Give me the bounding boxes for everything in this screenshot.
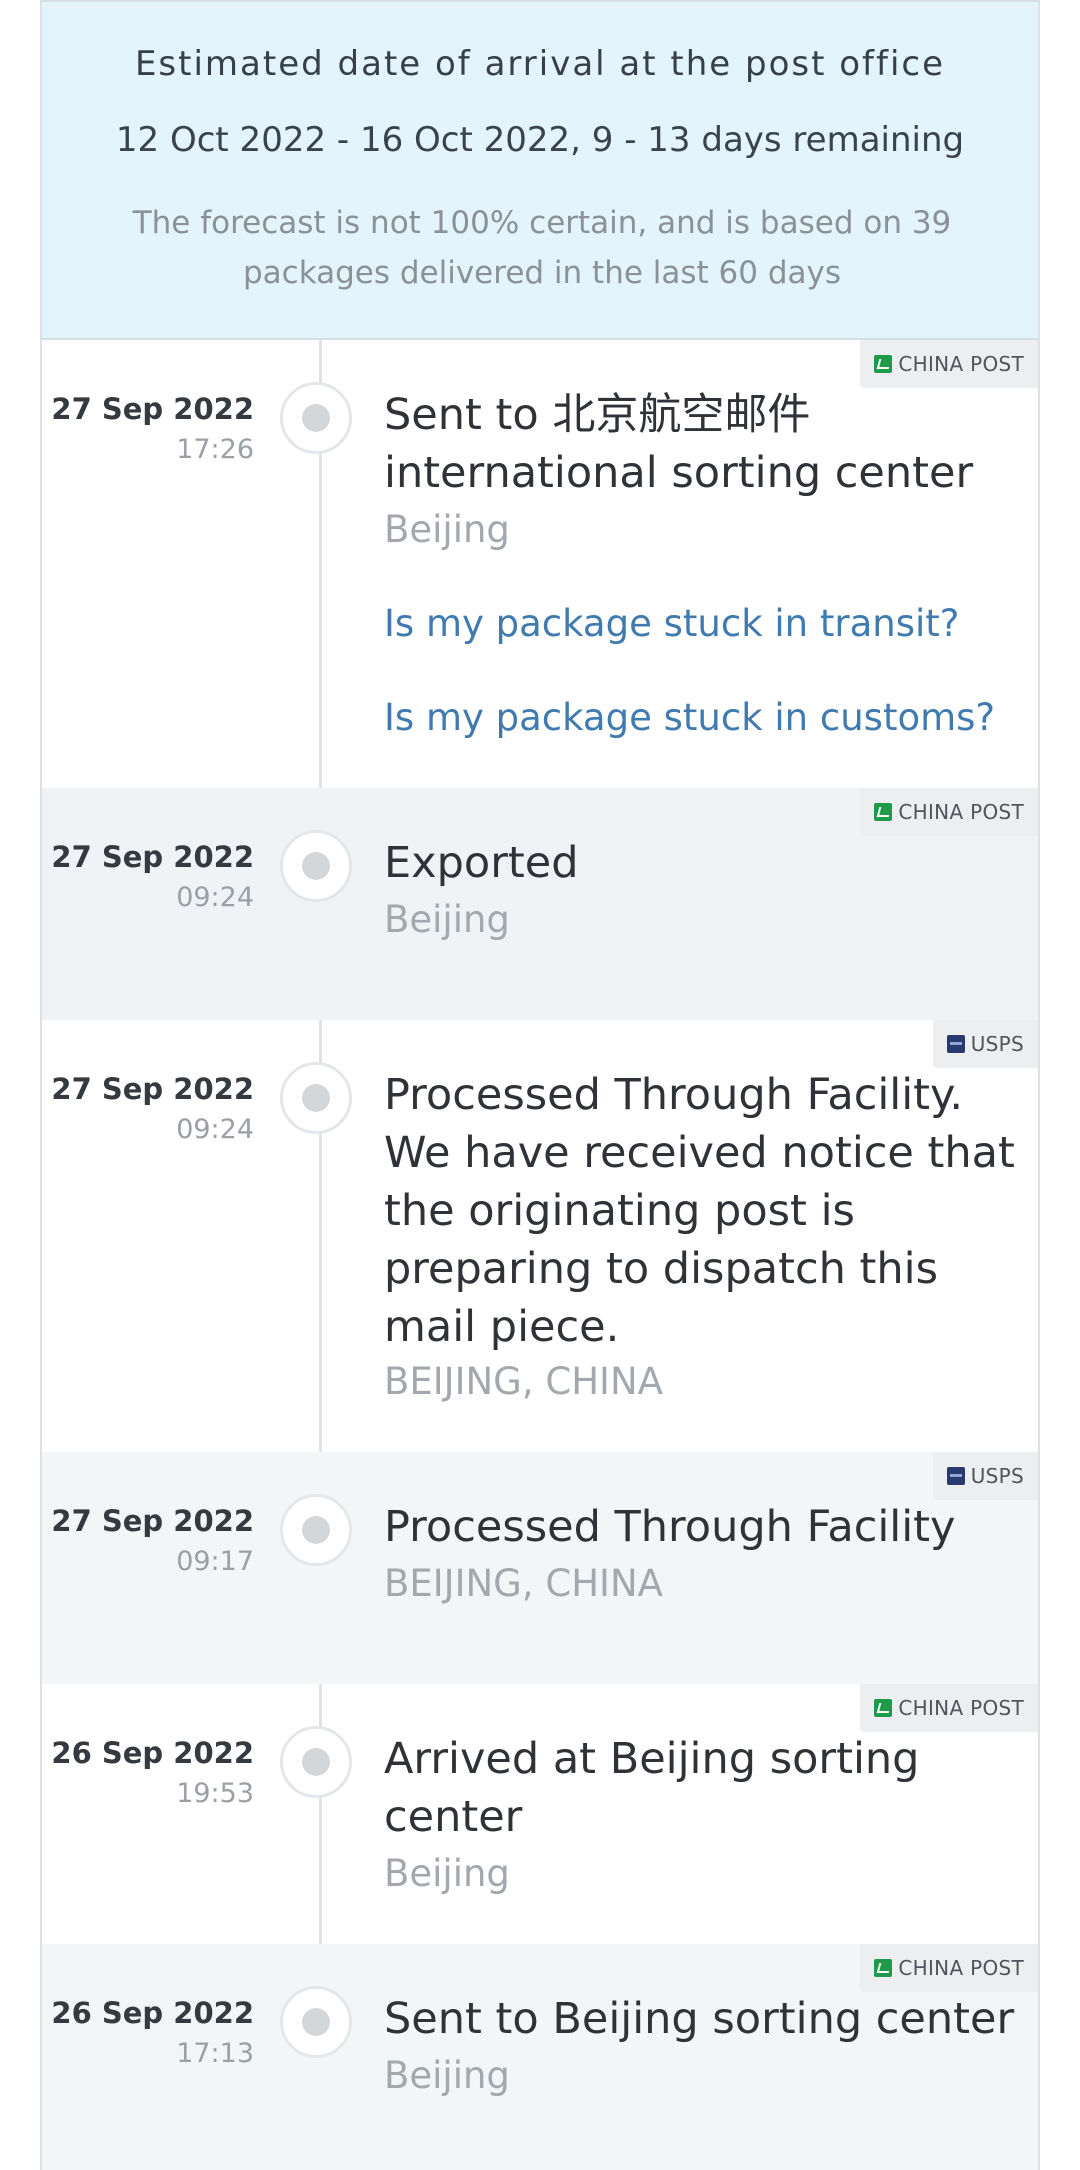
carrier-badge: USPS bbox=[932, 1020, 1038, 1068]
timeline-dot bbox=[280, 382, 352, 454]
carrier-badge: CHINA POST bbox=[860, 1684, 1038, 1732]
event-description: Sent to Beijing sorting center bbox=[384, 1994, 1015, 2044]
timeline-dot bbox=[280, 1062, 352, 1134]
carrier-badge: USPS bbox=[932, 1452, 1038, 1500]
event-description: Exported bbox=[384, 838, 579, 888]
event-time: 19:53 bbox=[176, 1778, 254, 1809]
timeline-event: CHINA POST 27 Sep 2022 17:26 Sent to 北京航… bbox=[42, 340, 1038, 788]
carrier-label: CHINA POST bbox=[898, 352, 1024, 376]
china-post-icon bbox=[874, 803, 893, 821]
event-description: Processed Through Facility. We have rece… bbox=[384, 1070, 1015, 1352]
timeline-event: USPS 27 Sep 2022 09:17 Processed Through… bbox=[42, 1452, 1038, 1684]
event-location: Beijing bbox=[384, 508, 510, 551]
timeline-dot bbox=[280, 830, 352, 902]
timeline-dot bbox=[280, 1986, 352, 2058]
event-description: Processed Through Facility bbox=[384, 1502, 956, 1552]
stuck-in-transit-link[interactable]: Is my package stuck in transit? bbox=[384, 602, 1024, 645]
timeline-event: CHINA POST 27 Sep 2022 09:24 Exported Be… bbox=[42, 788, 1038, 1020]
arrival-estimate-box: Estimated date of arrival at the post of… bbox=[42, 0, 1038, 340]
carrier-label: USPS bbox=[970, 1464, 1024, 1488]
tracking-panel: Estimated date of arrival at the post of… bbox=[40, 0, 1040, 2170]
event-description: Arrived at Beijing sorting center bbox=[384, 1734, 920, 1842]
carrier-badge: CHINA POST bbox=[860, 788, 1038, 836]
estimate-date-range: 12 Oct 2022 - 16 Oct 2022, 9 - 13 days r… bbox=[115, 120, 965, 160]
timeline-dot bbox=[280, 1494, 352, 1566]
china-post-icon bbox=[874, 355, 893, 373]
event-location: Beijing bbox=[384, 2054, 510, 2097]
carrier-badge: CHINA POST bbox=[860, 340, 1038, 388]
event-location: Beijing bbox=[384, 1852, 510, 1895]
timeline-event: USPS 27 Sep 2022 09:24 Processed Through… bbox=[42, 1020, 1038, 1452]
usps-icon bbox=[946, 1035, 965, 1053]
event-location: Beijing bbox=[384, 898, 510, 941]
stuck-in-customs-link[interactable]: Is my package stuck in customs? bbox=[384, 696, 1024, 739]
china-post-icon bbox=[874, 1959, 893, 1977]
carrier-label: CHINA POST bbox=[898, 800, 1024, 824]
carrier-badge: CHINA POST bbox=[860, 1944, 1038, 1992]
event-date: 26 Sep 2022 bbox=[51, 1736, 254, 1770]
event-date: 27 Sep 2022 bbox=[51, 1072, 254, 1106]
china-post-icon bbox=[874, 1699, 893, 1717]
event-date: 27 Sep 2022 bbox=[51, 1504, 254, 1538]
timeline-dot bbox=[280, 1726, 352, 1798]
carrier-label: CHINA POST bbox=[898, 1956, 1024, 1980]
event-time: 17:26 bbox=[176, 434, 254, 465]
event-date: 27 Sep 2022 bbox=[51, 840, 254, 874]
event-location: BEIJING, CHINA bbox=[384, 1360, 663, 1403]
estimate-title: Estimated date of arrival at the post of… bbox=[134, 44, 946, 84]
carrier-label: USPS bbox=[970, 1032, 1024, 1056]
timeline-event: CHINA POST 26 Sep 2022 19:53 Arrived at … bbox=[42, 1684, 1038, 1944]
timeline-event: CHINA POST 26 Sep 2022 17:13 Sent to Bei… bbox=[42, 1944, 1038, 2170]
estimate-note: The forecast is not 100% certain, and is… bbox=[132, 205, 952, 291]
event-time: 09:17 bbox=[176, 1546, 254, 1577]
event-date: 27 Sep 2022 bbox=[51, 392, 254, 426]
carrier-label: CHINA POST bbox=[898, 1696, 1024, 1720]
event-description: Sent to 北京航空邮件 international sorting cen… bbox=[384, 390, 974, 498]
event-date: 26 Sep 2022 bbox=[51, 1996, 254, 2030]
usps-icon bbox=[946, 1467, 965, 1485]
event-time: 17:13 bbox=[176, 2038, 254, 2069]
event-time: 09:24 bbox=[176, 1114, 254, 1145]
event-location: BEIJING, CHINA bbox=[384, 1562, 663, 1605]
event-time: 09:24 bbox=[176, 882, 254, 913]
